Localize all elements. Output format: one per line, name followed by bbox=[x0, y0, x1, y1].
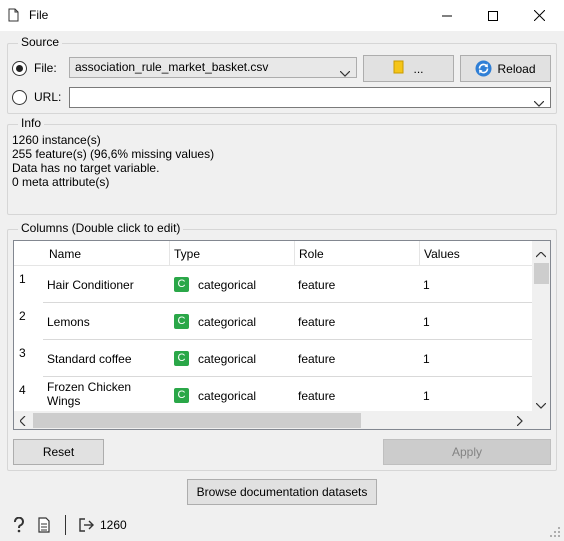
info-target: Data has no target variable. bbox=[12, 161, 160, 175]
cell-type: categorical bbox=[198, 389, 257, 403]
info-instances: 1260 instance(s) bbox=[12, 133, 101, 147]
url-label: URL: bbox=[34, 90, 62, 104]
browse-documentation-button[interactable]: Browse documentation datasets bbox=[187, 479, 377, 505]
cell-name: Lemons bbox=[47, 315, 90, 329]
file-label: File: bbox=[34, 61, 57, 75]
file-radio[interactable] bbox=[12, 61, 27, 76]
title-bar: File bbox=[0, 0, 564, 31]
info-group-title: Info bbox=[18, 116, 45, 130]
apply-button[interactable]: Apply bbox=[383, 439, 551, 465]
categorical-type-icon: C bbox=[174, 351, 189, 366]
document-icon bbox=[8, 8, 19, 25]
header-role[interactable]: Role bbox=[299, 247, 324, 261]
table-header: Name Type Role Values bbox=[14, 241, 532, 266]
table-row[interactable]: Frozen Chicken Wings C categorical featu… bbox=[43, 377, 532, 414]
cell-role: feature bbox=[298, 352, 336, 366]
categorical-type-icon: C bbox=[174, 314, 189, 329]
output-count: 1260 bbox=[100, 518, 127, 532]
cell-values: 1 bbox=[423, 315, 430, 329]
cell-role: feature bbox=[298, 389, 336, 403]
cell-values: 1 bbox=[423, 278, 430, 292]
header-name[interactable]: Name bbox=[49, 247, 81, 261]
minimize-button[interactable] bbox=[424, 0, 470, 31]
reset-label: Reset bbox=[42, 445, 75, 459]
cell-role: feature bbox=[298, 278, 336, 292]
cell-values: 1 bbox=[423, 352, 430, 366]
horizontal-scrollbar[interactable] bbox=[14, 411, 532, 429]
folder-icon bbox=[393, 60, 405, 77]
browse-documentation-label: Browse documentation datasets bbox=[196, 485, 368, 499]
chevron-down-icon bbox=[339, 64, 351, 83]
file-combo-value: association_rule_market_basket.csv bbox=[75, 60, 269, 74]
header-type[interactable]: Type bbox=[174, 247, 200, 261]
url-combo[interactable] bbox=[69, 87, 551, 108]
vertical-scroll-thumb[interactable] bbox=[534, 263, 549, 284]
cell-values: 1 bbox=[423, 389, 430, 403]
horizontal-scroll-thumb[interactable] bbox=[33, 413, 361, 428]
maximize-button[interactable] bbox=[470, 0, 516, 31]
row-number: 3 bbox=[14, 346, 43, 360]
columns-group-title: Columns (Double click to edit) bbox=[18, 221, 184, 235]
reload-icon bbox=[475, 60, 492, 77]
row-number: 4 bbox=[14, 383, 43, 397]
cell-name: Standard coffee bbox=[47, 352, 132, 366]
table-row[interactable]: Standard coffee C categorical feature 1 bbox=[43, 340, 532, 377]
cell-name: Hair Conditioner bbox=[47, 278, 134, 292]
output-icon bbox=[78, 517, 94, 536]
chevron-left-icon[interactable] bbox=[19, 415, 26, 429]
info-meta: 0 meta attribute(s) bbox=[12, 175, 110, 189]
cell-role: feature bbox=[298, 315, 336, 329]
reset-button[interactable]: Reset bbox=[13, 439, 104, 465]
help-icon[interactable] bbox=[12, 516, 26, 536]
info-text: 1260 instance(s) 255 feature(s) (96,6% m… bbox=[12, 133, 214, 189]
reload-label: Reload bbox=[497, 61, 536, 76]
row-number: 2 bbox=[14, 309, 43, 323]
table-row[interactable]: Lemons C categorical feature 1 bbox=[43, 303, 532, 340]
chevron-right-icon[interactable] bbox=[516, 415, 523, 429]
header-values[interactable]: Values bbox=[424, 247, 460, 261]
cell-type: categorical bbox=[198, 352, 257, 366]
info-features: 255 feature(s) (96,6% missing values) bbox=[12, 147, 215, 161]
source-group-title: Source bbox=[18, 35, 63, 49]
columns-table[interactable]: Name Type Role Values 1 Hair Conditioner… bbox=[13, 240, 551, 430]
cell-type: categorical bbox=[198, 315, 257, 329]
cell-type: categorical bbox=[198, 278, 257, 292]
categorical-type-icon: C bbox=[174, 277, 189, 292]
report-icon[interactable] bbox=[38, 517, 50, 536]
chevron-up-icon[interactable] bbox=[535, 247, 547, 261]
apply-label: Apply bbox=[451, 445, 483, 459]
chevron-down-icon[interactable] bbox=[535, 398, 547, 412]
browse-file-button[interactable]: ... bbox=[363, 55, 454, 82]
status-bar: 1260 bbox=[0, 510, 564, 540]
window-title: File bbox=[29, 8, 49, 22]
vertical-scrollbar[interactable] bbox=[532, 241, 550, 411]
cell-name: Frozen Chicken Wings bbox=[47, 380, 132, 408]
table-row[interactable]: Hair Conditioner C categorical feature 1 bbox=[43, 266, 532, 303]
file-combo[interactable]: association_rule_market_basket.csv bbox=[69, 57, 357, 78]
row-number: 1 bbox=[14, 272, 43, 286]
browse-file-label: ... bbox=[413, 61, 424, 76]
categorical-type-icon: C bbox=[174, 388, 189, 403]
close-button[interactable] bbox=[516, 0, 562, 31]
resize-grip[interactable] bbox=[549, 526, 561, 541]
url-radio[interactable] bbox=[12, 90, 27, 105]
chevron-down-icon bbox=[533, 94, 545, 113]
reload-button[interactable]: Reload bbox=[460, 55, 551, 82]
